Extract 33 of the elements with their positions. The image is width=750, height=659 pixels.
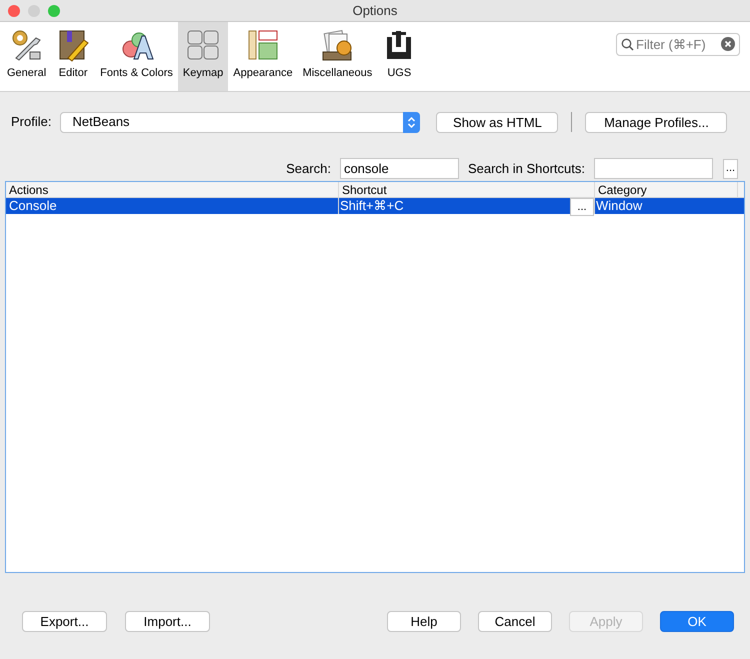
- clear-icon[interactable]: [721, 37, 735, 51]
- search-field[interactable]: console: [340, 158, 459, 179]
- layout-panels-icon: [246, 28, 280, 62]
- column-header[interactable]: Category: [595, 182, 738, 197]
- profile-label: Profile:: [11, 113, 52, 132]
- papers-gear-icon: [320, 28, 354, 62]
- shortcut-record-button[interactable]: ...: [723, 158, 738, 178]
- close-button[interactable]: [8, 5, 20, 17]
- table-cell: Console: [6, 198, 339, 214]
- dialog-button[interactable]: Import...: [125, 611, 210, 632]
- table-row[interactable]: Console Shift+⌘+C ... Window: [6, 198, 744, 214]
- window-title: Options: [352, 2, 398, 20]
- edit-shortcut-button[interactable]: ...: [570, 198, 594, 216]
- search-shortcuts-label: Search in Shortcuts:: [468, 160, 585, 178]
- filter-field[interactable]: Filter (⌘+F): [616, 33, 740, 56]
- keyboard-keys-icon: [186, 28, 220, 62]
- show-html-button[interactable]: Show as HTML: [436, 112, 558, 132]
- table-cell-text: Shift+⌘+C: [340, 198, 405, 214]
- search-label: Search:: [286, 160, 331, 178]
- manage-profiles-button[interactable]: Manage Profiles...: [585, 112, 728, 132]
- shortcut-search-field[interactable]: [594, 158, 713, 179]
- dialog-button[interactable]: Help: [387, 611, 461, 632]
- zoom-button[interactable]: [48, 5, 60, 17]
- dialog-button[interactable]: OK: [660, 611, 734, 632]
- search-icon: [621, 38, 634, 51]
- column-header[interactable]: Shortcut: [339, 182, 595, 197]
- column-header[interactable]: Actions: [6, 182, 339, 197]
- dialog-button[interactable]: Export...: [22, 611, 107, 632]
- category-tab[interactable]: Keymap: [178, 22, 228, 91]
- dialog-button[interactable]: Cancel: [478, 611, 552, 632]
- dropdown-arrows-icon: [403, 112, 420, 132]
- table-cell-text: Window: [595, 198, 644, 214]
- profile-dropdown[interactable]: NetBeans: [60, 112, 420, 132]
